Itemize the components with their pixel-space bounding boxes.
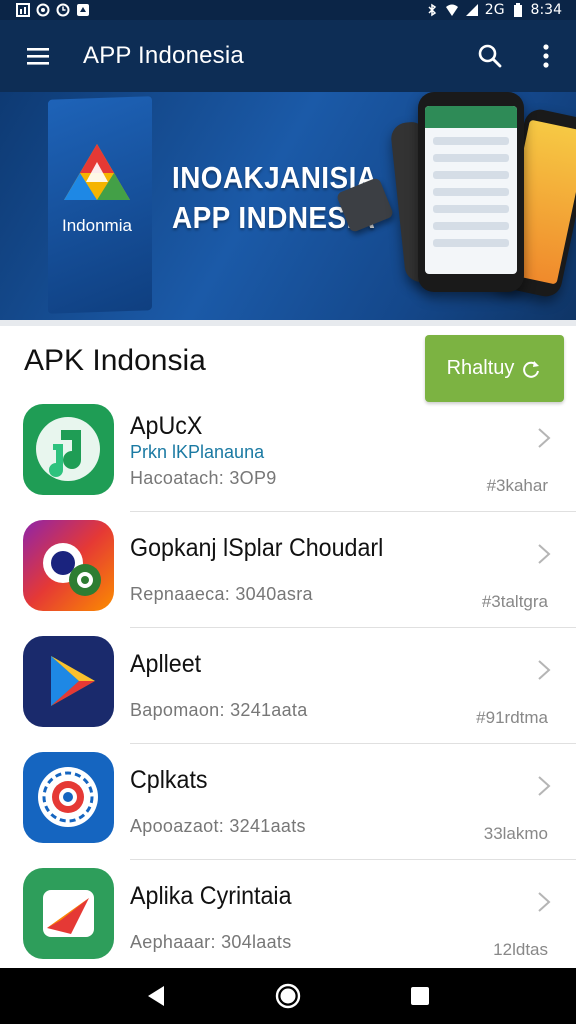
app-title: APP Indonesia: [83, 42, 244, 69]
app-name: Cplkats: [130, 766, 208, 794]
status-left-icons: [16, 3, 90, 17]
app-meta: Repnaaeca: 3040asra: [130, 584, 313, 604]
app-tag: #3taltgra: [481, 592, 548, 611]
app-meta: Bapomaon: 3241aata: [130, 700, 308, 720]
promo-banner[interactable]: Indonmia INOAKJANISIA APP INDNESIA: [0, 92, 576, 320]
camera-gear-icon: [23, 520, 114, 611]
app-list-item[interactable]: Gopkanj lSplar Choudarl Repnaaeca: 3040a…: [0, 512, 576, 628]
notification-icon: [77, 4, 89, 16]
app-subtitle: Prkn lKPlanauna: [130, 442, 265, 462]
search-button[interactable]: [466, 32, 514, 80]
app-list-item[interactable]: Aplika Cyrintaia Aephaaar: 304laats 12ld…: [0, 860, 576, 976]
target-icon: [23, 752, 114, 843]
app-list: ApUcX Prkn lKPlanauna Hacoatach: 3OP9 #3…: [0, 396, 576, 976]
recents-icon: [411, 987, 429, 1005]
chevron-right-icon: [538, 428, 551, 448]
recents-button[interactable]: [396, 972, 444, 1020]
menu-icon: [27, 48, 49, 65]
section-action-label: Rhaltuy: [446, 357, 515, 379]
app-tag: #3kahar: [486, 476, 548, 495]
triangle-logo-icon: [64, 144, 130, 200]
menu-button[interactable]: [12, 30, 64, 82]
app-meta: Hacoatach: 3OP9: [130, 468, 277, 488]
more-options-button[interactable]: [522, 32, 570, 80]
app-bar: APP Indonesia: [0, 20, 576, 92]
app-list-item[interactable]: Cplkats Apooazaot: 3241aats 33lakmo: [0, 744, 576, 860]
battery-icon: [513, 3, 522, 17]
app-tag: 33lakmo: [483, 824, 548, 843]
wifi-icon: [445, 4, 458, 16]
signal-icon: [465, 4, 478, 16]
app-meta: Aephaaar: 304laats: [130, 932, 292, 952]
clock-icon: [56, 3, 70, 17]
refresh-icon: [523, 360, 540, 378]
app-name: Gopkanj lSplar Choudarl: [130, 534, 384, 562]
more-vert-icon: [543, 44, 549, 68]
status-time: 8:34: [530, 2, 562, 18]
app-name: ApUcX: [130, 412, 203, 440]
chevron-right-icon: [538, 660, 551, 680]
system-nav-bar: [0, 968, 576, 1024]
play-store-icon: [23, 636, 114, 727]
app-list-item[interactable]: Aplleet Bapomaon: 3241aata #91rdtma: [0, 628, 576, 744]
app-meta: Apooazaot: 3241aats: [130, 816, 306, 836]
chevron-right-icon: [538, 892, 551, 912]
app-name: Aplika Cyrintaia: [130, 882, 292, 910]
status-bar: 2G 8:34: [0, 0, 576, 20]
home-icon: [275, 983, 301, 1009]
phone-graphic-main: [418, 92, 524, 292]
banner-separator: [0, 320, 576, 326]
app-tag: #91rdtma: [476, 708, 548, 727]
app-tag: 12ldtas: [493, 940, 548, 959]
music-note-icon: [23, 404, 114, 495]
banner-panel: [48, 96, 152, 314]
gallery-icon: [16, 3, 30, 17]
section-action-button[interactable]: Rhaltuy: [425, 335, 564, 402]
bluetooth-icon: [428, 3, 436, 17]
back-button[interactable]: [132, 972, 180, 1020]
network-label: 2G: [484, 2, 505, 18]
paper-plane-icon: [23, 868, 114, 959]
app-name: Aplleet: [130, 650, 202, 678]
banner-logo-text: Indonmia: [62, 216, 132, 235]
status-right-icons: 2G 8:34: [425, 2, 562, 18]
home-button[interactable]: [264, 972, 312, 1020]
back-icon: [148, 986, 164, 1006]
settings-icon: [36, 3, 50, 17]
search-icon: [478, 44, 502, 68]
section-title: APK Indonsia: [24, 344, 206, 377]
chevron-right-icon: [538, 776, 551, 796]
app-list-item[interactable]: ApUcX Prkn lKPlanauna Hacoatach: 3OP9 #3…: [0, 396, 576, 512]
chevron-right-icon: [538, 544, 551, 564]
